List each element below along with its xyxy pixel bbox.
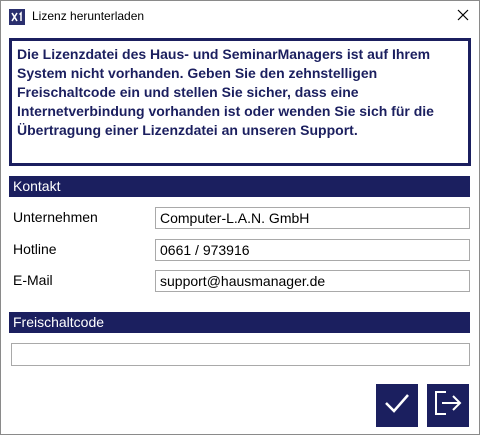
activation-code-input[interactable] [11, 343, 470, 366]
close-button[interactable] [447, 1, 479, 32]
confirm-button[interactable] [376, 384, 418, 427]
hotline-field[interactable]: 0661 / 973916 [155, 239, 470, 261]
email-field[interactable]: support@hausmanager.de [155, 270, 470, 292]
x1-app-icon [9, 9, 25, 25]
company-label: Unternehmen [13, 209, 98, 225]
activation-code-section-header: Freischaltcode [9, 312, 470, 333]
title-bar[interactable]: Lizenz herunterladen [1, 1, 479, 32]
window-title: Lizenz herunterladen [32, 9, 145, 23]
email-label: E-Mail [13, 272, 53, 288]
close-icon [457, 8, 469, 26]
info-message: Die Lizenzdatei des Haus- und SeminarMan… [17, 46, 434, 138]
info-message-box: Die Lizenzdatei des Haus- und SeminarMan… [9, 38, 471, 166]
checkmark-icon [383, 389, 411, 422]
company-field[interactable]: Computer-L.A.N. GmbH [155, 207, 470, 229]
exit-button[interactable] [427, 384, 469, 427]
exit-icon [432, 387, 464, 424]
license-download-dialog: Lizenz herunterladen Die Lizenzdatei des… [0, 0, 480, 435]
contact-section-header: Kontakt [9, 176, 470, 197]
hotline-label: Hotline [13, 241, 57, 257]
